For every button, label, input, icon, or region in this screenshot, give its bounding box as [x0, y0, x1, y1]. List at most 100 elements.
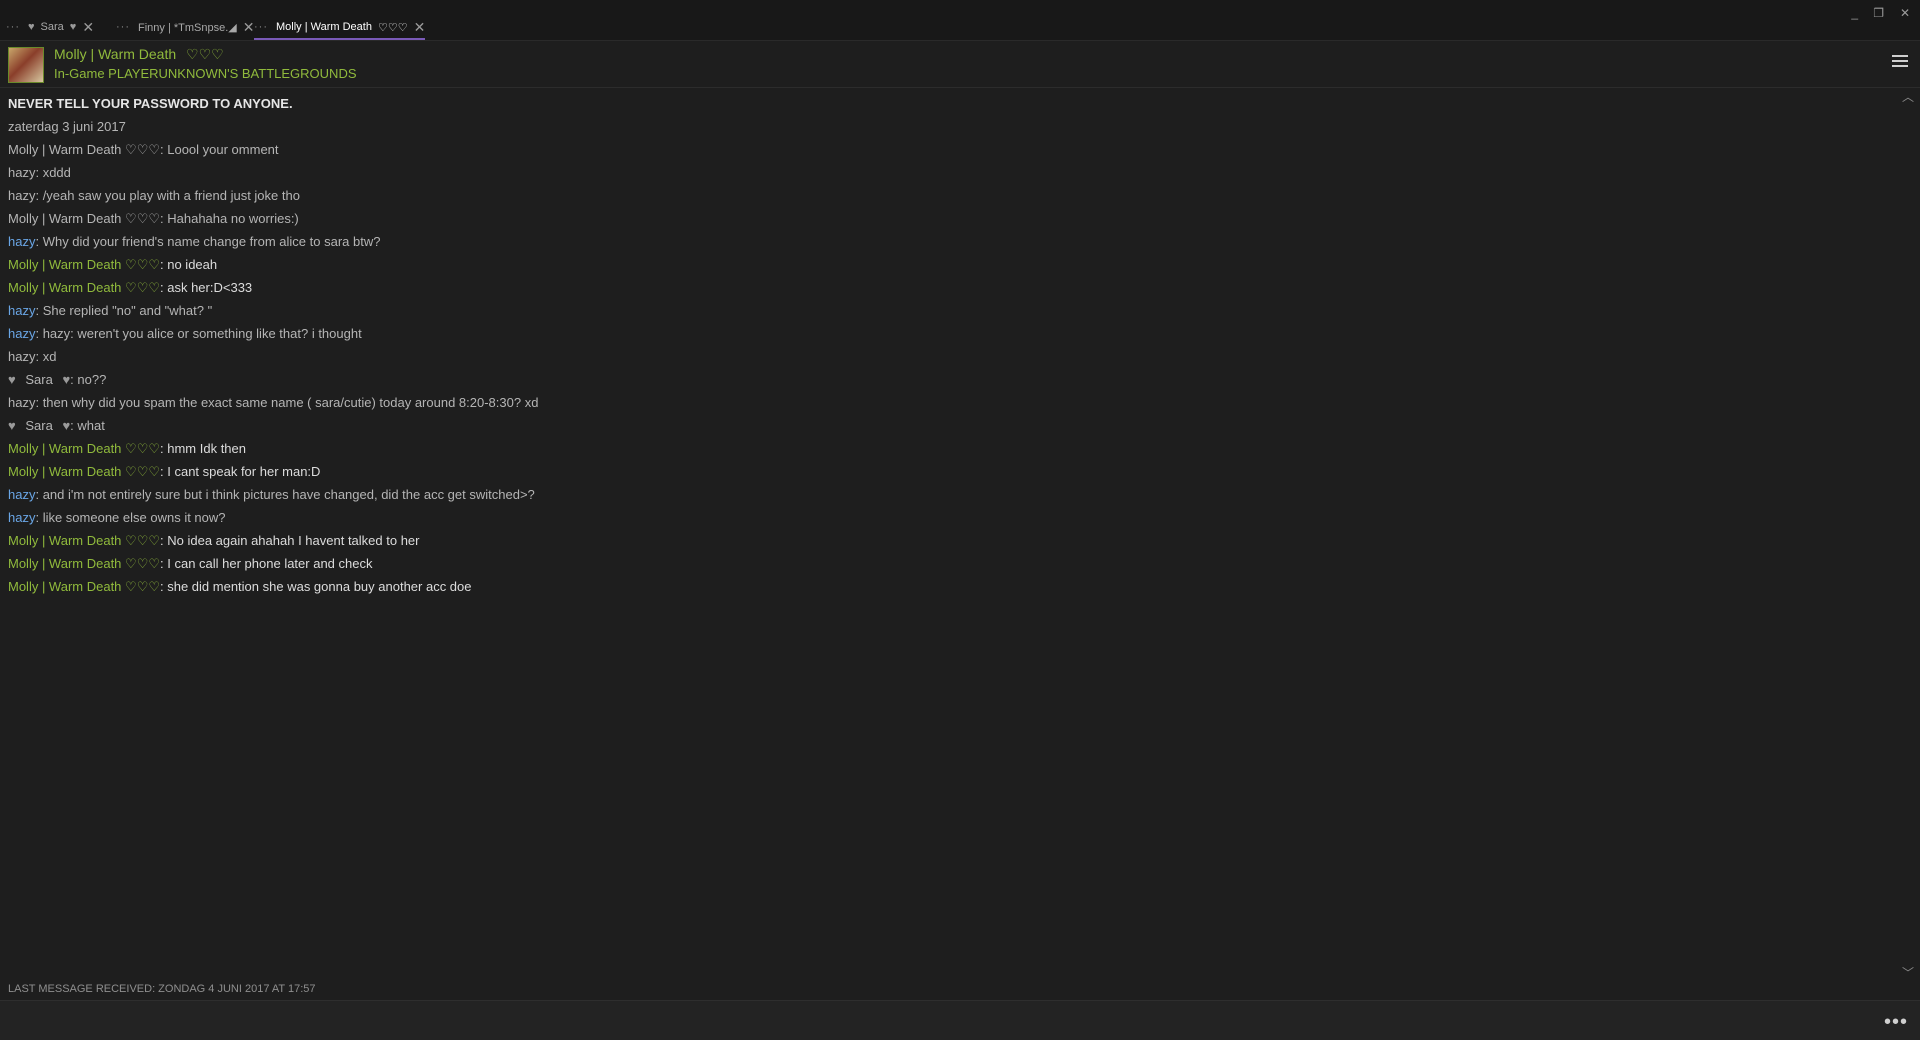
tab-finny[interactable]: ··· Finny | *TmSnpse.◢ ✕ — [116, 16, 254, 38]
more-options-icon[interactable]: ••• — [1884, 1011, 1908, 1034]
message-text: : /yeah saw you play with a friend just … — [35, 188, 300, 203]
message-text: : xd — [35, 349, 57, 364]
message-text: : no?? — [70, 372, 107, 387]
message-author[interactable]: hazy — [8, 510, 35, 525]
hearts-icon: ♡♡♡ — [186, 46, 224, 62]
tab-sara[interactable]: ··· ♥ Sara ♥ ✕ — [6, 16, 94, 38]
message-text: : hmm Idk then — [160, 441, 246, 456]
chat-message: ♥ Sara ♥: what — [8, 414, 1888, 437]
chat-message: hazy: then why did you spam the exact sa… — [8, 391, 1888, 414]
message-author[interactable]: hazy — [8, 165, 35, 180]
message-author[interactable]: Sara — [25, 372, 52, 387]
hearts-icon: ♡♡♡ — [125, 579, 161, 594]
chat-message: hazy: hazy: weren't you alice or somethi… — [8, 322, 1888, 345]
chat-message: Molly | Warm Death ♡♡♡: no ideah — [8, 253, 1888, 276]
message-text: : I cant speak for her man:D — [160, 464, 321, 479]
avatar[interactable] — [8, 47, 44, 83]
message-text: : and i'm not entirely sure but i think … — [35, 487, 535, 502]
tab-label: Finny | *TmSnpse.◢ — [138, 21, 237, 34]
message-text: : hazy: weren't you alice or something l… — [35, 326, 362, 341]
message-author[interactable]: hazy — [8, 326, 35, 341]
message-text: : Hahahaha no worries:) — [160, 211, 299, 226]
hearts-icon: ♡♡♡ — [125, 533, 161, 548]
minimize-icon[interactable]: _ — [1851, 6, 1858, 20]
message-author[interactable]: Molly | Warm Death — [8, 533, 121, 548]
message-input[interactable]: ••• — [0, 1000, 1920, 1040]
message-author[interactable]: hazy — [8, 303, 35, 318]
message-text: : She replied "no" and "what? " — [35, 303, 213, 318]
message-author[interactable]: Molly | Warm Death — [8, 441, 121, 456]
message-text: : no ideah — [160, 257, 218, 272]
heart-icon: ♥ — [62, 418, 71, 433]
close-tab-icon[interactable]: ✕ — [243, 19, 255, 36]
heart-icon: ♥ — [28, 21, 35, 33]
hearts-icon: ♡♡♡ — [125, 142, 161, 157]
chat-message: Molly | Warm Death ♡♡♡: No idea again ah… — [8, 529, 1888, 552]
message-author[interactable]: hazy — [8, 349, 35, 364]
chat-message: ♥ Sara ♥: no?? — [8, 368, 1888, 391]
close-window-icon[interactable]: ✕ — [1900, 6, 1910, 20]
tab-menu-icon[interactable]: ··· — [254, 21, 268, 33]
friend-name: Molly | Warm Death ♡♡♡ — [54, 46, 224, 63]
message-author[interactable]: hazy — [8, 487, 35, 502]
chat-message: hazy: Why did your friend's name change … — [8, 230, 1888, 253]
heart-icon: ♥ — [8, 418, 16, 433]
message-author[interactable]: Molly | Warm Death — [8, 257, 121, 272]
message-author[interactable]: Sara — [25, 418, 52, 433]
scroll-down-icon[interactable]: ﹀ — [1902, 964, 1914, 981]
last-message-received: LAST MESSAGE RECEIVED: ZONDAG 4 JUNI 201… — [8, 983, 316, 995]
message-text: : Why did your friend's name change from… — [35, 234, 381, 249]
message-author[interactable]: Molly | Warm Death — [8, 211, 121, 226]
message-author[interactable]: hazy — [8, 234, 35, 249]
tab-label: Sara — [40, 21, 64, 33]
message-author[interactable]: hazy — [8, 395, 35, 410]
tab-molly[interactable]: ··· Molly | Warm Death ♡♡♡ ✕ — [254, 16, 426, 40]
chat-message: Molly | Warm Death ♡♡♡: ask her:D<333 — [8, 276, 1888, 299]
restore-icon[interactable]: ❐ — [1873, 6, 1884, 20]
password-warning: NEVER TELL YOUR PASSWORD TO ANYONE. — [8, 96, 293, 111]
chat-message: Molly | Warm Death ♡♡♡: she did mention … — [8, 575, 1888, 598]
message-text: : what — [70, 418, 105, 433]
chat-message: hazy: xd — [8, 345, 1888, 368]
chat-message: Molly | Warm Death ♡♡♡: Loool your ommen… — [8, 138, 1888, 161]
hearts-icon: ♡♡♡ — [125, 441, 161, 456]
friend-header: Molly | Warm Death ♡♡♡ In-Game PLAYERUNK… — [0, 41, 1920, 88]
chat-message: hazy: She replied "no" and "what? " — [8, 299, 1888, 322]
chat-message: hazy: /yeah saw you play with a friend j… — [8, 184, 1888, 207]
chat-message: hazy: and i'm not entirely sure but i th… — [8, 483, 1888, 506]
hearts-icon: ♡♡♡ — [125, 280, 161, 295]
friend-name-text: Molly | Warm Death — [54, 46, 177, 62]
heart-icon: ♥ — [69, 21, 77, 33]
chat-message: Molly | Warm Death ♡♡♡: hmm Idk then — [8, 437, 1888, 460]
hearts-icon: ♡♡♡ — [125, 257, 161, 272]
tab-menu-icon[interactable]: ··· — [6, 21, 20, 33]
close-tab-icon[interactable]: ✕ — [414, 19, 426, 36]
chat-message: hazy: xddd — [8, 161, 1888, 184]
message-text: : xddd — [35, 165, 71, 180]
chat-log: NEVER TELL YOUR PASSWORD TO ANYONE. zate… — [8, 92, 1888, 598]
message-author[interactable]: Molly | Warm Death — [8, 464, 121, 479]
close-tab-icon[interactable]: ✕ — [82, 19, 94, 36]
message-author[interactable]: Molly | Warm Death — [8, 142, 121, 157]
chat-message: Molly | Warm Death ♡♡♡: I can call her p… — [8, 552, 1888, 575]
message-author[interactable]: Molly | Warm Death — [8, 280, 121, 295]
chat-message: hazy: like someone else owns it now? — [8, 506, 1888, 529]
hamburger-menu-icon[interactable] — [1892, 55, 1908, 70]
message-author[interactable]: Molly | Warm Death — [8, 579, 121, 594]
message-text: : she did mention she was gonna buy anot… — [160, 579, 472, 594]
chat-message: Molly | Warm Death ♡♡♡: I cant speak for… — [8, 460, 1888, 483]
tab-menu-icon[interactable]: ··· — [116, 21, 130, 33]
hearts-icon: ♡♡♡ — [125, 464, 161, 479]
scroll-up-icon[interactable]: ︿ — [1902, 88, 1914, 105]
tab-label: Molly | Warm Death — [276, 21, 372, 33]
message-author[interactable]: hazy — [8, 188, 35, 203]
hearts-icon: ♡♡♡ — [125, 211, 161, 226]
message-text: : then why did you spam the exact same n… — [35, 395, 539, 410]
tab-bar: ··· ♥ Sara ♥ ✕ ··· Finny | *TmSnpse.◢ ✕ … — [0, 0, 1920, 41]
message-text: : like someone else owns it now? — [35, 510, 226, 525]
message-text: : ask her:D<333 — [160, 280, 253, 295]
message-author[interactable]: Molly | Warm Death — [8, 556, 121, 571]
heart-icon: ♥ — [8, 372, 16, 387]
hearts-icon: ♡♡♡ — [125, 556, 161, 571]
message-text: : Loool your omment — [160, 142, 279, 157]
